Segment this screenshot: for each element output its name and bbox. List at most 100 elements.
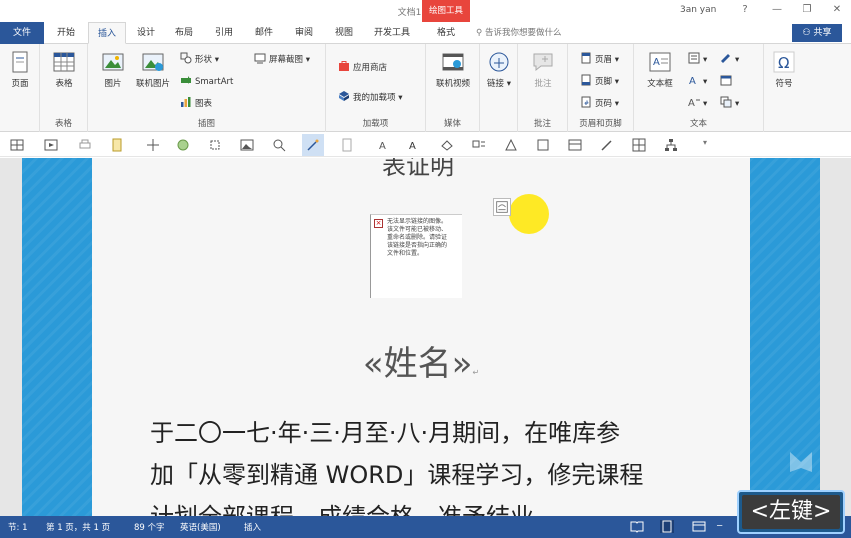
tab-mailings[interactable]: 邮件 (250, 22, 278, 44)
status-language[interactable]: 英语(美国) (180, 521, 221, 533)
borders-icon[interactable] (632, 138, 646, 152)
font-color-icon[interactable]: A (376, 138, 390, 152)
merge-field-name[interactable]: «姓名»↵ (92, 336, 750, 385)
align-icon[interactable] (504, 138, 518, 152)
footer-button[interactable]: 页脚 ▾ (580, 74, 619, 90)
customize-dropdown-icon[interactable]: ▾ (698, 138, 712, 152)
tab-developer[interactable]: 开发工具 (370, 22, 414, 44)
title-bar: 文档1 - Word 绘图工具 3an yan ? — ❐ ✕ (0, 0, 851, 22)
link-button[interactable]: 链接 ▾ (484, 50, 514, 89)
frame-icon[interactable] (536, 138, 550, 152)
help-icon[interactable]: ? (738, 3, 752, 17)
shapes-button[interactable]: 形状 ▾ (180, 52, 219, 68)
quick-parts-button[interactable]: ▾ (688, 52, 707, 68)
online-video-button[interactable]: 联机视频 (432, 50, 474, 89)
tab-layout[interactable]: 布局 (170, 22, 198, 44)
textbox-button[interactable]: A 文本框 (642, 50, 678, 89)
image-error-text: 无法显示链接的图像。该文件可能已被移动、重命名或删除。请验证该链接是否指向正确的… (387, 218, 448, 257)
group-media-label: 媒体 (443, 119, 461, 129)
status-insert-mode[interactable]: 插入 (244, 521, 261, 533)
quick-parts-dropdown-icon: ▾ (703, 55, 708, 65)
online-video-label: 联机视频 (435, 79, 470, 89)
circle-icon[interactable] (176, 138, 190, 152)
tab-view[interactable]: 视图 (330, 22, 358, 44)
key-press-text: <左键> (742, 495, 840, 529)
print-layout-icon[interactable] (660, 520, 674, 533)
web-layout-icon[interactable] (692, 520, 706, 533)
zoom-icon[interactable] (272, 138, 286, 152)
group-links: 链接 ▾ (480, 44, 518, 132)
tab-insert[interactable]: 插入 (88, 22, 126, 44)
svg-text:A: A (409, 141, 416, 152)
store-button[interactable]: 应用商店 (338, 60, 387, 76)
document-page[interactable]: 表证明 × 无法显示链接的图像。该文件可能已被移动、重命名或删除。请验证该链接是… (92, 158, 750, 516)
comment-icon (533, 53, 553, 72)
my-addins-button[interactable]: 我的加载项 ▾ (338, 90, 403, 106)
move-icon[interactable] (146, 138, 160, 152)
layout-options-icon[interactable] (493, 198, 511, 216)
tell-me-box[interactable]: ⚲ 告诉我你想要做什么 (476, 22, 561, 44)
wand-icon[interactable] (302, 134, 324, 156)
smartart-button[interactable]: SmartArt (180, 74, 233, 90)
crop-icon[interactable] (208, 138, 222, 152)
shape-fill-icon[interactable] (440, 138, 454, 152)
status-word-count[interactable]: 89 个字 (134, 521, 165, 533)
read-mode-icon[interactable] (630, 520, 644, 533)
tab-review[interactable]: 审阅 (290, 22, 318, 44)
header-button[interactable]: 页眉 ▾ (580, 52, 619, 68)
user-name[interactable]: 3an yan (680, 5, 716, 15)
tab-references[interactable]: 引用 (210, 22, 238, 44)
tab-home[interactable]: 开始 (50, 22, 82, 44)
broken-image-placeholder[interactable]: × 无法显示链接的图像。该文件可能已被移动、重命名或删除。请验证该链接是否指向正… (370, 214, 462, 298)
grid-icon[interactable] (10, 138, 24, 152)
org-chart-icon[interactable] (664, 138, 678, 152)
tab-file[interactable]: 文件 (0, 22, 44, 44)
drop-cap-button[interactable]: A ▾ (688, 96, 707, 112)
chart-button[interactable]: 图表 (180, 96, 212, 112)
comment-button[interactable]: 批注 (528, 50, 558, 89)
drawing-tools-tab[interactable]: 绘图工具 (422, 0, 470, 22)
table-button[interactable]: 表格 (50, 50, 78, 89)
group-header-footer: 页眉 ▾ 页脚 ▾ # 页码 ▾ 页眉和页脚 (568, 44, 634, 132)
object-button[interactable]: ▾ (720, 96, 739, 112)
slide-icon[interactable] (44, 138, 58, 152)
share-button[interactable]: ⚇ 共享 (792, 24, 842, 42)
tab-design[interactable]: 设计 (132, 22, 160, 44)
symbol-button[interactable]: Ω 符号 (770, 50, 798, 89)
screenshot-button[interactable]: 屏幕截图 ▾ (254, 52, 310, 68)
tab-format[interactable]: 格式 (428, 22, 464, 44)
close-icon[interactable]: ✕ (830, 3, 844, 17)
addins-icon (339, 91, 349, 101)
object-icon (720, 96, 732, 108)
print-icon[interactable] (78, 138, 92, 152)
status-page[interactable]: 第 1 页，共 1 页 (46, 521, 110, 533)
left-decoration (22, 158, 92, 516)
page-number-label: 页码 (595, 99, 613, 109)
table-grid-icon[interactable] (568, 138, 582, 152)
picture-button[interactable]: 图片 (98, 50, 128, 89)
date-time-button[interactable] (720, 74, 735, 90)
note-icon[interactable] (110, 138, 124, 152)
ribbon: 页面 表格 表格 图片 联机图片 形状 ▾ SmartArt 图表 屏幕截图 ▾ (0, 44, 851, 132)
page-icon[interactable] (340, 138, 354, 152)
drop-cap-dropdown-icon: ▾ (703, 99, 708, 109)
certificate-body[interactable]: 于二〇一七·年·三·月至·八·月期间，在唯库参 加「从零到精通 WORD」课程学… (150, 412, 710, 516)
signature-button[interactable]: ▾ (720, 52, 739, 68)
text-wrap-icon[interactable] (472, 138, 486, 152)
status-section[interactable]: 节: 1 (8, 521, 27, 533)
group-tables-label: 表格 (54, 119, 72, 129)
image-icon[interactable] (240, 138, 254, 152)
edit-icon[interactable] (600, 138, 614, 152)
name-field-text: «姓名» (362, 344, 473, 384)
screenshot-label: 屏幕截图 (269, 55, 304, 65)
minimize-icon[interactable]: — (770, 3, 784, 17)
pages-button[interactable]: 页面 (6, 50, 34, 89)
page-number-button[interactable]: # 页码 ▾ (580, 96, 619, 112)
online-picture-button[interactable]: 联机图片 (132, 50, 174, 89)
text-a-icon[interactable]: A (406, 138, 420, 152)
link-label: 链接 (487, 79, 505, 89)
link-dropdown-icon: ▾ (506, 79, 511, 89)
restore-icon[interactable]: ❐ (800, 3, 814, 17)
zoom-out-icon[interactable]: − (716, 521, 723, 531)
wordart-button[interactable]: A ▾ (688, 74, 707, 90)
